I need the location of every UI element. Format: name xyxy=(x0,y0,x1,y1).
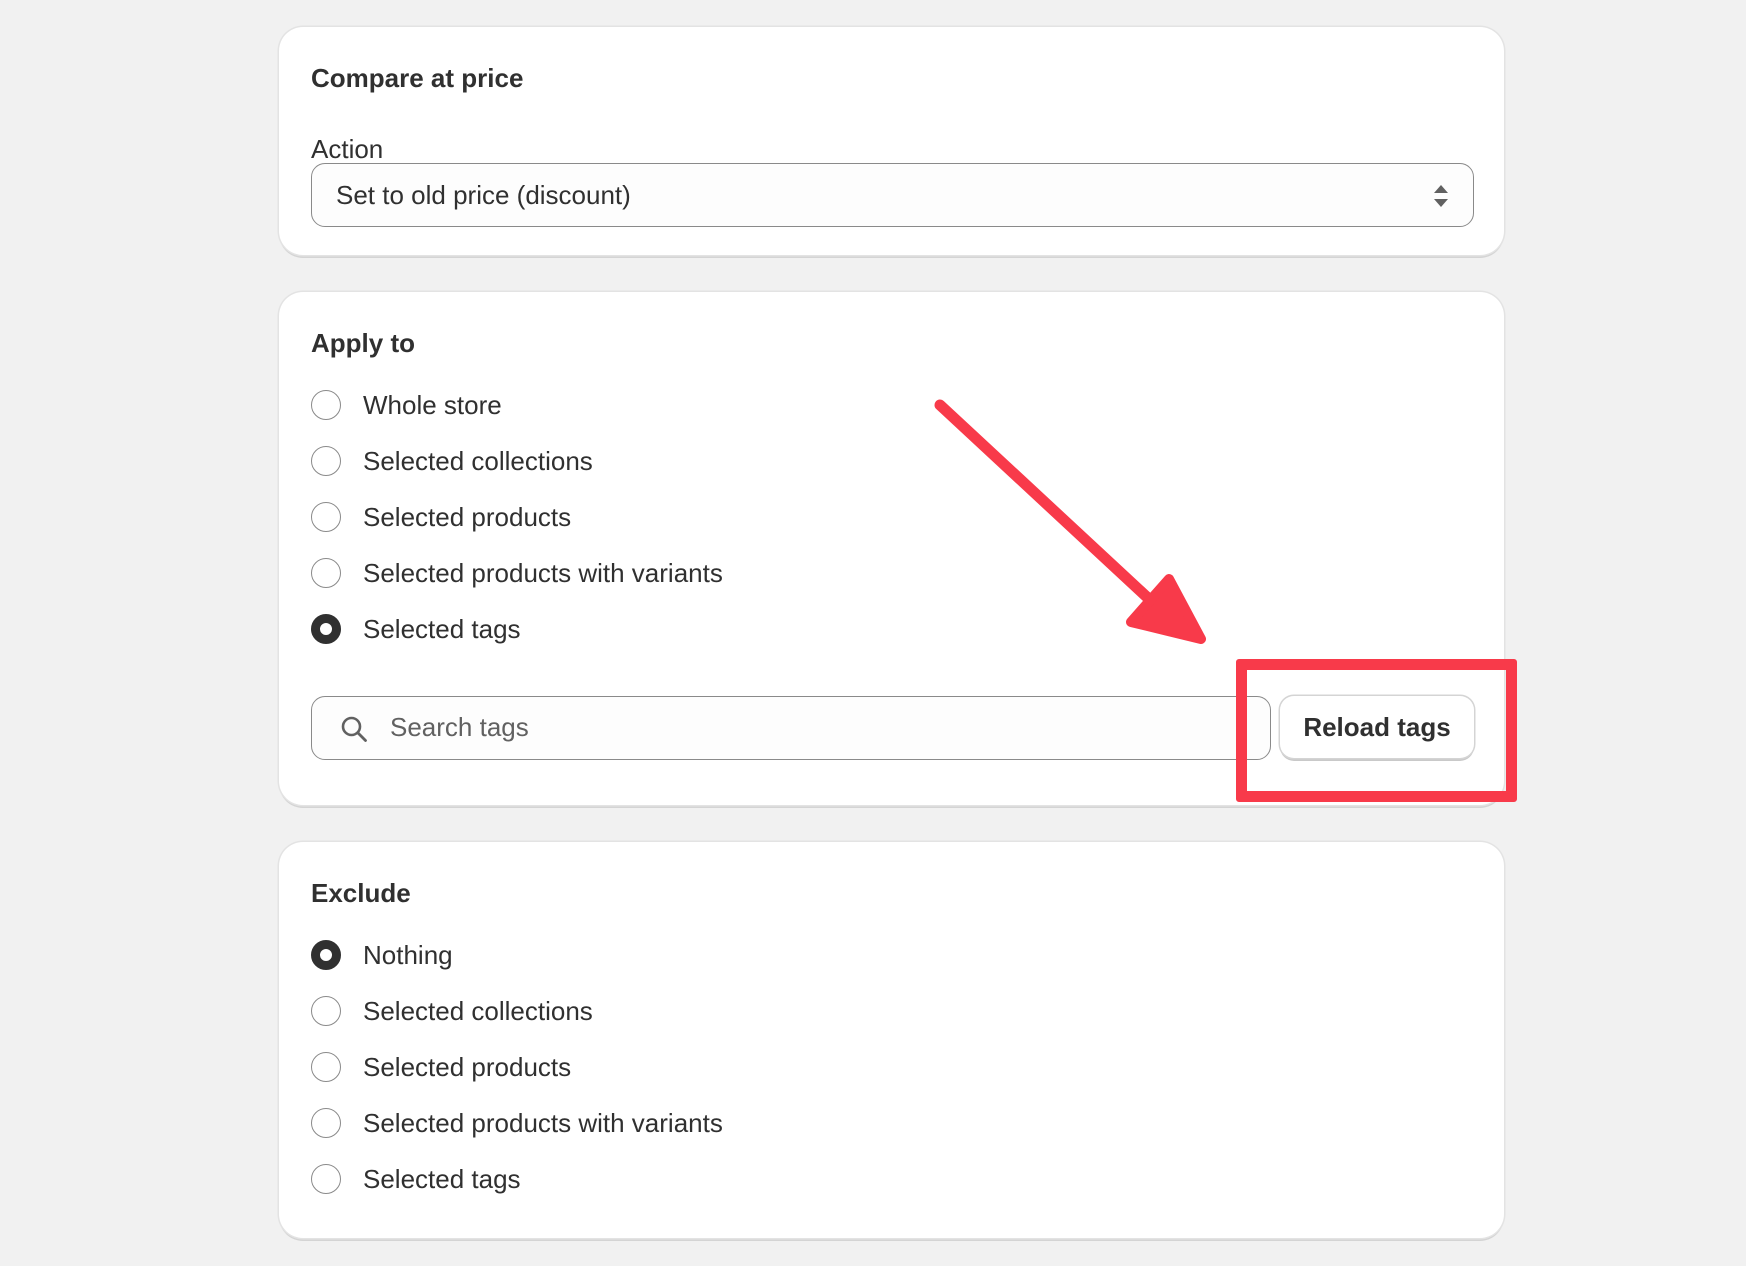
exclude-option-selected-products-with-variants[interactable]: Selected products with variants xyxy=(311,1105,723,1141)
apply-option-whole-store[interactable]: Whole store xyxy=(311,387,502,423)
radio-button[interactable] xyxy=(311,996,341,1026)
compare-at-price-card: Compare at price Action Set to old price… xyxy=(279,27,1504,255)
radio-button[interactable] xyxy=(311,502,341,532)
exclude-option-selected-tags[interactable]: Selected tags xyxy=(311,1161,521,1197)
radio-label: Whole store xyxy=(363,390,502,420)
radio-label: Selected products xyxy=(363,1052,572,1082)
radio-label: Selected collections xyxy=(363,996,593,1026)
exclude-card: Exclude Nothing Selected collections Sel… xyxy=(279,842,1504,1238)
action-select[interactable]: Set to old price (discount) xyxy=(311,163,1474,227)
radio-label: Selected products with variants xyxy=(363,1108,723,1138)
action-select-value: Set to old price (discount) xyxy=(336,180,631,210)
radio-button-checked[interactable] xyxy=(311,614,341,644)
search-tags-input[interactable] xyxy=(390,699,1250,755)
apply-option-selected-tags[interactable]: Selected tags xyxy=(311,611,521,647)
apply-to-card: Apply to Whole store Selected collection… xyxy=(279,292,1504,805)
apply-option-selected-products-with-variants[interactable]: Selected products with variants xyxy=(311,555,723,591)
radio-button[interactable] xyxy=(311,558,341,588)
exclude-option-selected-products[interactable]: Selected products xyxy=(311,1049,571,1085)
radio-label: Selected collections xyxy=(363,446,593,476)
search-tags-field[interactable] xyxy=(311,696,1271,760)
radio-label: Selected tags xyxy=(363,1164,521,1194)
radio-button[interactable] xyxy=(311,446,341,476)
exclude-option-nothing[interactable]: Nothing xyxy=(311,937,453,973)
card-title: Exclude xyxy=(311,878,411,908)
apply-option-selected-products[interactable]: Selected products xyxy=(311,499,571,535)
radio-label: Nothing xyxy=(363,940,453,970)
radio-button-checked[interactable] xyxy=(311,940,341,970)
radio-button[interactable] xyxy=(311,390,341,420)
card-title: Apply to xyxy=(311,328,415,358)
radio-button[interactable] xyxy=(311,1108,341,1138)
card-title: Compare at price xyxy=(311,63,524,93)
radio-button[interactable] xyxy=(311,1052,341,1082)
radio-label: Selected products xyxy=(363,502,572,532)
exclude-option-selected-collections[interactable]: Selected collections xyxy=(311,993,593,1029)
apply-option-selected-collections[interactable]: Selected collections xyxy=(311,443,593,479)
select-arrows-icon xyxy=(1434,185,1448,207)
reload-tags-button[interactable]: Reload tags xyxy=(1280,696,1474,758)
action-label: Action xyxy=(311,134,384,164)
radio-label: Selected tags xyxy=(363,614,521,644)
radio-button[interactable] xyxy=(311,1164,341,1194)
search-icon xyxy=(341,716,367,742)
radio-label: Selected products with variants xyxy=(363,558,723,588)
